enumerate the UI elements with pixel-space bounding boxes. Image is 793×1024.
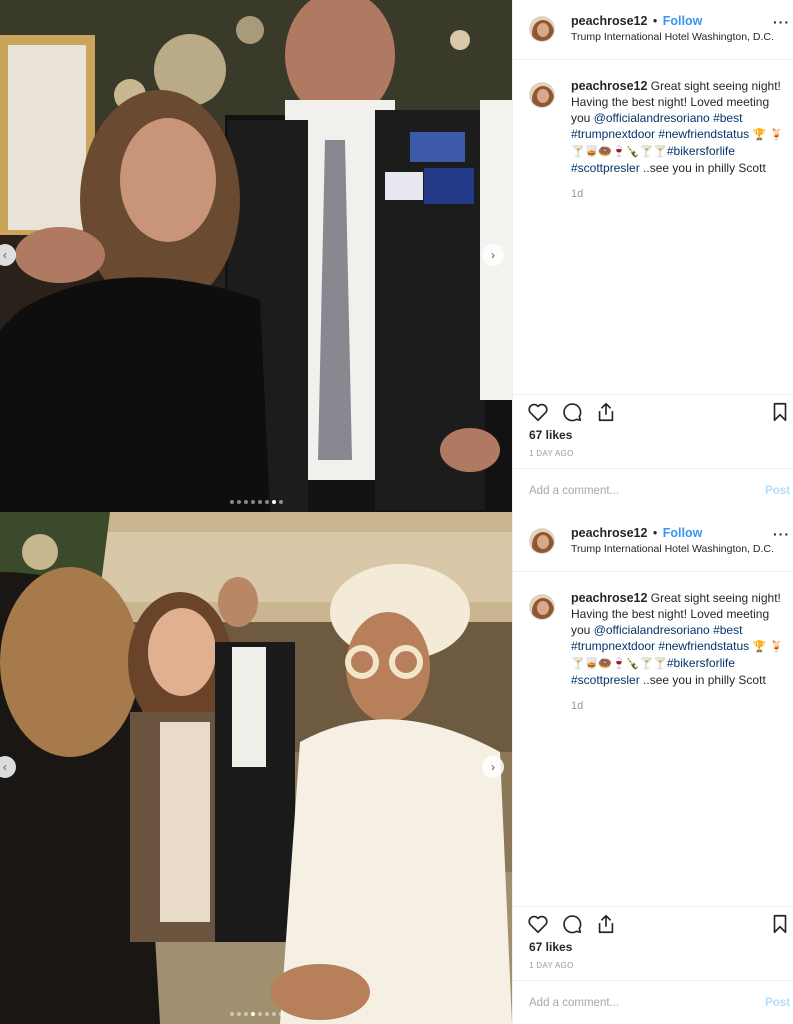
hashtag-link[interactable]: #newfriendstatus (658, 127, 749, 141)
post-comment-button[interactable]: Post (765, 997, 790, 1009)
likes-count[interactable]: 67 likes (529, 428, 572, 442)
post-2: ‹ › peachrose12 • Follow Trump Internati… (0, 512, 793, 1024)
post-sidebar: peachrose12 • Follow Trump International… (512, 0, 793, 512)
carousel-dot (236, 500, 241, 504)
share-icon[interactable] (595, 401, 617, 423)
post-1: ‹ › peachrose12 • Follow Trump Internati… (0, 0, 793, 512)
separator-dot: • (649, 526, 661, 540)
hashtag-link[interactable]: #bikersforlife (667, 656, 735, 670)
comment-bar: Add a comment... Post (513, 980, 793, 1024)
mention-link[interactable]: @officialandresoriano (594, 111, 710, 125)
avatar[interactable] (529, 16, 555, 42)
caption-text: peachrose12 Great sight seeing night! Ha… (571, 78, 791, 176)
heart-icon[interactable] (527, 913, 549, 935)
carousel-dot (250, 500, 255, 504)
carousel-dot (264, 1012, 269, 1016)
comment-icon[interactable] (561, 913, 583, 935)
carousel-dot (250, 1012, 255, 1016)
avatar[interactable] (529, 82, 555, 108)
comment-icon[interactable] (561, 401, 583, 423)
post-header: peachrose12 • Follow Trump International… (513, 0, 793, 60)
carousel-dots (0, 1012, 512, 1016)
trophy-emoji: 🏆 (752, 128, 767, 141)
follow-button[interactable]: Follow (663, 14, 703, 28)
bookmark-icon[interactable] (769, 401, 791, 423)
follow-button[interactable]: Follow (663, 526, 703, 540)
username[interactable]: peachrose12 (571, 14, 647, 28)
separator-dot: • (649, 14, 661, 28)
comment-input[interactable]: Add a comment... (529, 997, 619, 1009)
hashtag-link[interactable]: #best (713, 111, 742, 125)
hashtag-link[interactable]: #newfriendstatus (658, 639, 749, 653)
post-sidebar: peachrose12 • Follow Trump International… (512, 512, 793, 1024)
action-bar (513, 394, 793, 425)
carousel-dot (264, 500, 269, 504)
post-photo[interactable]: ‹ › (0, 0, 512, 512)
bookmark-icon[interactable] (769, 913, 791, 935)
photo-scene (0, 0, 512, 512)
caption-time: 1d (571, 700, 584, 712)
post-date: 1 DAY AGO (529, 961, 574, 970)
avatar[interactable] (529, 528, 555, 554)
avatar[interactable] (529, 594, 555, 620)
caption-ending: ..see you in philly Scott (643, 161, 766, 175)
share-icon[interactable] (595, 913, 617, 935)
carousel-dot (278, 1012, 283, 1016)
location-link[interactable]: Trump International Hotel Washington, D.… (571, 31, 774, 43)
next-arrow-icon[interactable]: › (482, 244, 504, 266)
hashtag-link[interactable]: #best (713, 623, 742, 637)
heart-icon[interactable] (527, 401, 549, 423)
comment-bar: Add a comment... Post (513, 468, 793, 512)
hashtag-link[interactable]: #trumpnextdoor (571, 127, 655, 141)
carousel-dot (278, 500, 283, 504)
comment-input[interactable]: Add a comment... (529, 485, 619, 497)
carousel-dot (243, 500, 248, 504)
caption-username[interactable]: peachrose12 (571, 591, 647, 605)
hashtag-link[interactable]: #trumpnextdoor (571, 639, 655, 653)
username[interactable]: peachrose12 (571, 526, 647, 540)
carousel-dot (229, 1012, 234, 1016)
carousel-dot (271, 500, 276, 504)
trophy-emoji: 🏆 (752, 640, 767, 653)
post-header: peachrose12 • Follow Trump International… (513, 512, 793, 572)
carousel-dot (271, 1012, 276, 1016)
caption-time: 1d (571, 188, 584, 200)
action-bar (513, 906, 793, 937)
mention-link[interactable]: @officialandresoriano (594, 623, 710, 637)
carousel-dot (236, 1012, 241, 1016)
likes-count[interactable]: 67 likes (529, 940, 572, 954)
hashtag-link[interactable]: #bikersforlife (667, 144, 735, 158)
caption-ending: ..see you in philly Scott (643, 673, 766, 687)
location-link[interactable]: Trump International Hotel Washington, D.… (571, 543, 774, 555)
carousel-dots (0, 500, 512, 504)
hashtag-link[interactable]: #scottpresler (571, 673, 640, 687)
carousel-dot (257, 1012, 262, 1016)
post-photo[interactable]: ‹ › (0, 512, 512, 1024)
caption-text: peachrose12 Great sight seeing night! Ha… (571, 590, 791, 688)
caption-username[interactable]: peachrose12 (571, 79, 647, 93)
more-icon[interactable]: ··· (773, 14, 790, 30)
carousel-dot (257, 500, 262, 504)
more-icon[interactable]: ··· (773, 526, 790, 542)
post-comment-button[interactable]: Post (765, 485, 790, 497)
post-date: 1 DAY AGO (529, 449, 574, 458)
next-arrow-icon[interactable]: › (482, 756, 504, 778)
carousel-dot (243, 1012, 248, 1016)
photo-scene (0, 512, 512, 1024)
hashtag-link[interactable]: #scottpresler (571, 161, 640, 175)
carousel-dot (229, 500, 234, 504)
